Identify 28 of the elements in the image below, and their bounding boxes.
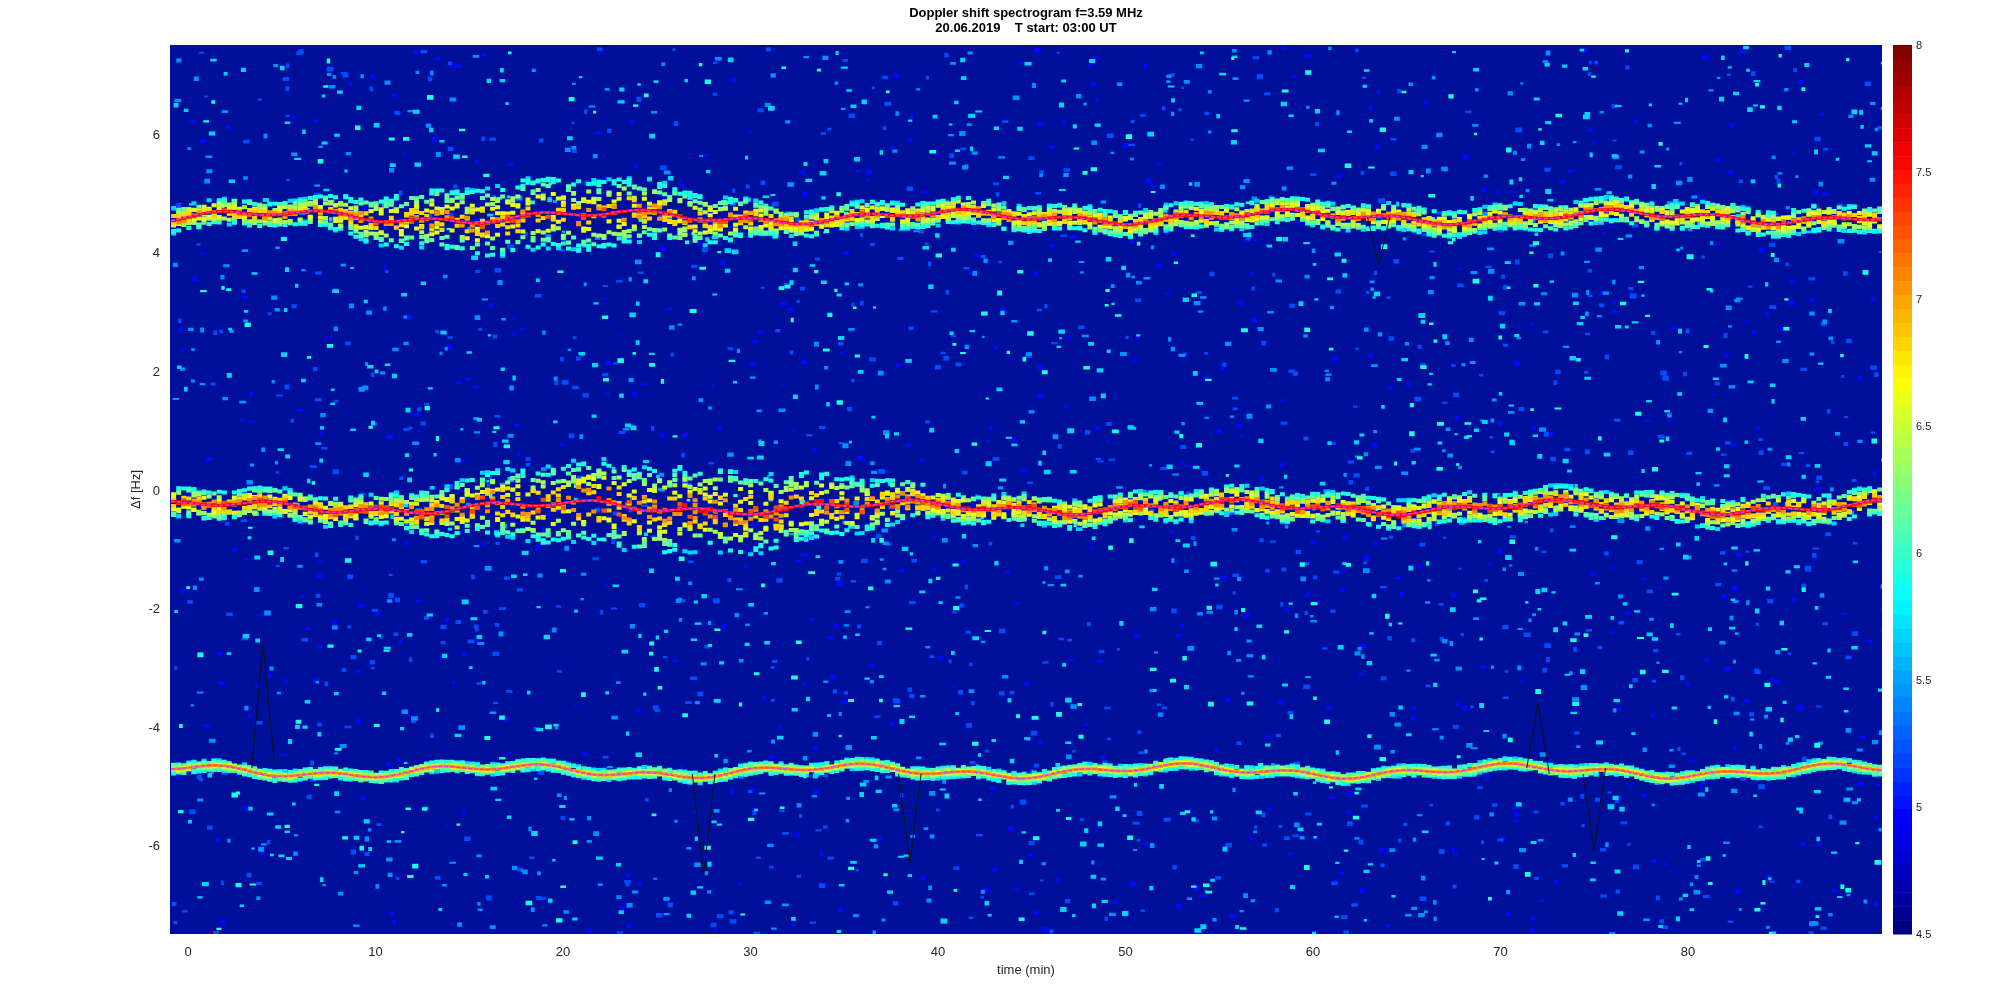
colorbar-tick-label: 7.5: [1916, 166, 1932, 178]
colorbar-tick-label: 7: [1916, 293, 1923, 305]
chart-subtitle: 20.06.2019 T start: 03:00 UT: [935, 20, 1117, 35]
x-tick-label: 70: [1493, 944, 1508, 959]
y-tick-label: 6: [152, 126, 160, 142]
colorbar-tick-label: 8: [1916, 39, 1923, 51]
y-tick-label: -6: [148, 838, 160, 854]
colorbar-tick-label: 5.5: [1916, 674, 1932, 686]
x-tick-label: 50: [1118, 944, 1133, 959]
x-tick-label: 10: [368, 944, 383, 959]
x-tick-label: 20: [555, 944, 571, 959]
x-tick-label: 0: [184, 944, 192, 959]
colorbar-tick-label: 4.5: [1916, 928, 1932, 940]
x-tick-label: 60: [1305, 944, 1321, 959]
colorbar-tick-label: 6: [1916, 547, 1923, 559]
x-axis-label: time (min): [997, 962, 1055, 977]
colorbar-tick-label: 5: [1916, 801, 1923, 813]
y-tick-label: -4: [148, 719, 160, 735]
x-tick-label: 30: [743, 944, 758, 959]
x-tick-label: 80: [1680, 944, 1696, 959]
chart-title: Doppler shift spectrogram f=3.59 MHz: [909, 5, 1143, 20]
y-tick-label: -2: [148, 601, 160, 617]
x-tick-label: 40: [930, 944, 946, 959]
y-tick-label: 2: [152, 363, 160, 379]
y-tick-label: 4: [152, 245, 160, 261]
y-tick-label: 0: [152, 482, 160, 498]
colorbar-tick-label: 6.5: [1916, 420, 1932, 432]
y-axis-label: Δf [Hz]: [128, 470, 143, 509]
